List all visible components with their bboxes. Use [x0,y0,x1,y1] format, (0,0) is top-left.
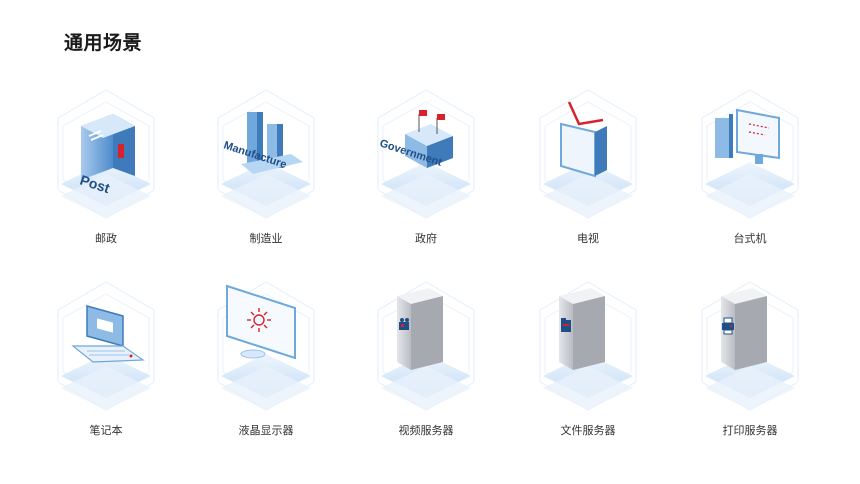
scenario-label-tv: 电视 [577,232,599,245]
tv-icon [539,89,637,219]
scenario-label-laptop: 笔记本 [89,424,123,437]
scenario-card-print-server[interactable]: 打印服务器 [680,276,820,446]
scenario-card-video-server[interactable]: 视频服务器 [356,276,496,446]
laptop-icon [57,281,155,411]
scenario-label-video-server: 视频服务器 [398,424,454,437]
file-server-icon [539,281,637,411]
factory-icon: Manufacture [217,89,315,219]
scenario-card-file-server[interactable]: 文件服务器 [518,276,658,446]
scenario-grid: Post 邮政 Manufacture 制造业 Government 政府 电视… [0,0,860,484]
scenario-label-manufacture: 制造业 [249,232,283,245]
post-office-icon: Post [57,89,155,219]
scenario-label-government: 政府 [415,232,437,245]
scenario-label-desktop: 台式机 [733,232,767,245]
print-server-icon [701,281,799,411]
government-building-icon: Government [377,89,475,219]
scenario-card-post[interactable]: Post 邮政 [36,84,176,254]
video-server-icon [377,281,475,411]
lcd-monitor-icon [217,281,315,411]
scenario-label-post: 邮政 [95,232,117,245]
scenario-card-government[interactable]: Government 政府 [356,84,496,254]
scenario-card-laptop[interactable]: 笔记本 [36,276,176,446]
desktop-computer-icon [701,89,799,219]
scenario-label-lcd: 液晶显示器 [238,424,294,437]
scenario-label-file-server: 文件服务器 [560,424,616,437]
scenario-label-print-server: 打印服务器 [722,424,778,437]
scenario-card-desktop[interactable]: 台式机 [680,84,820,254]
scenario-card-manufacture[interactable]: Manufacture 制造业 [196,84,336,254]
scenario-card-lcd[interactable]: 液晶显示器 [196,276,336,446]
scenario-card-tv[interactable]: 电视 [518,84,658,254]
